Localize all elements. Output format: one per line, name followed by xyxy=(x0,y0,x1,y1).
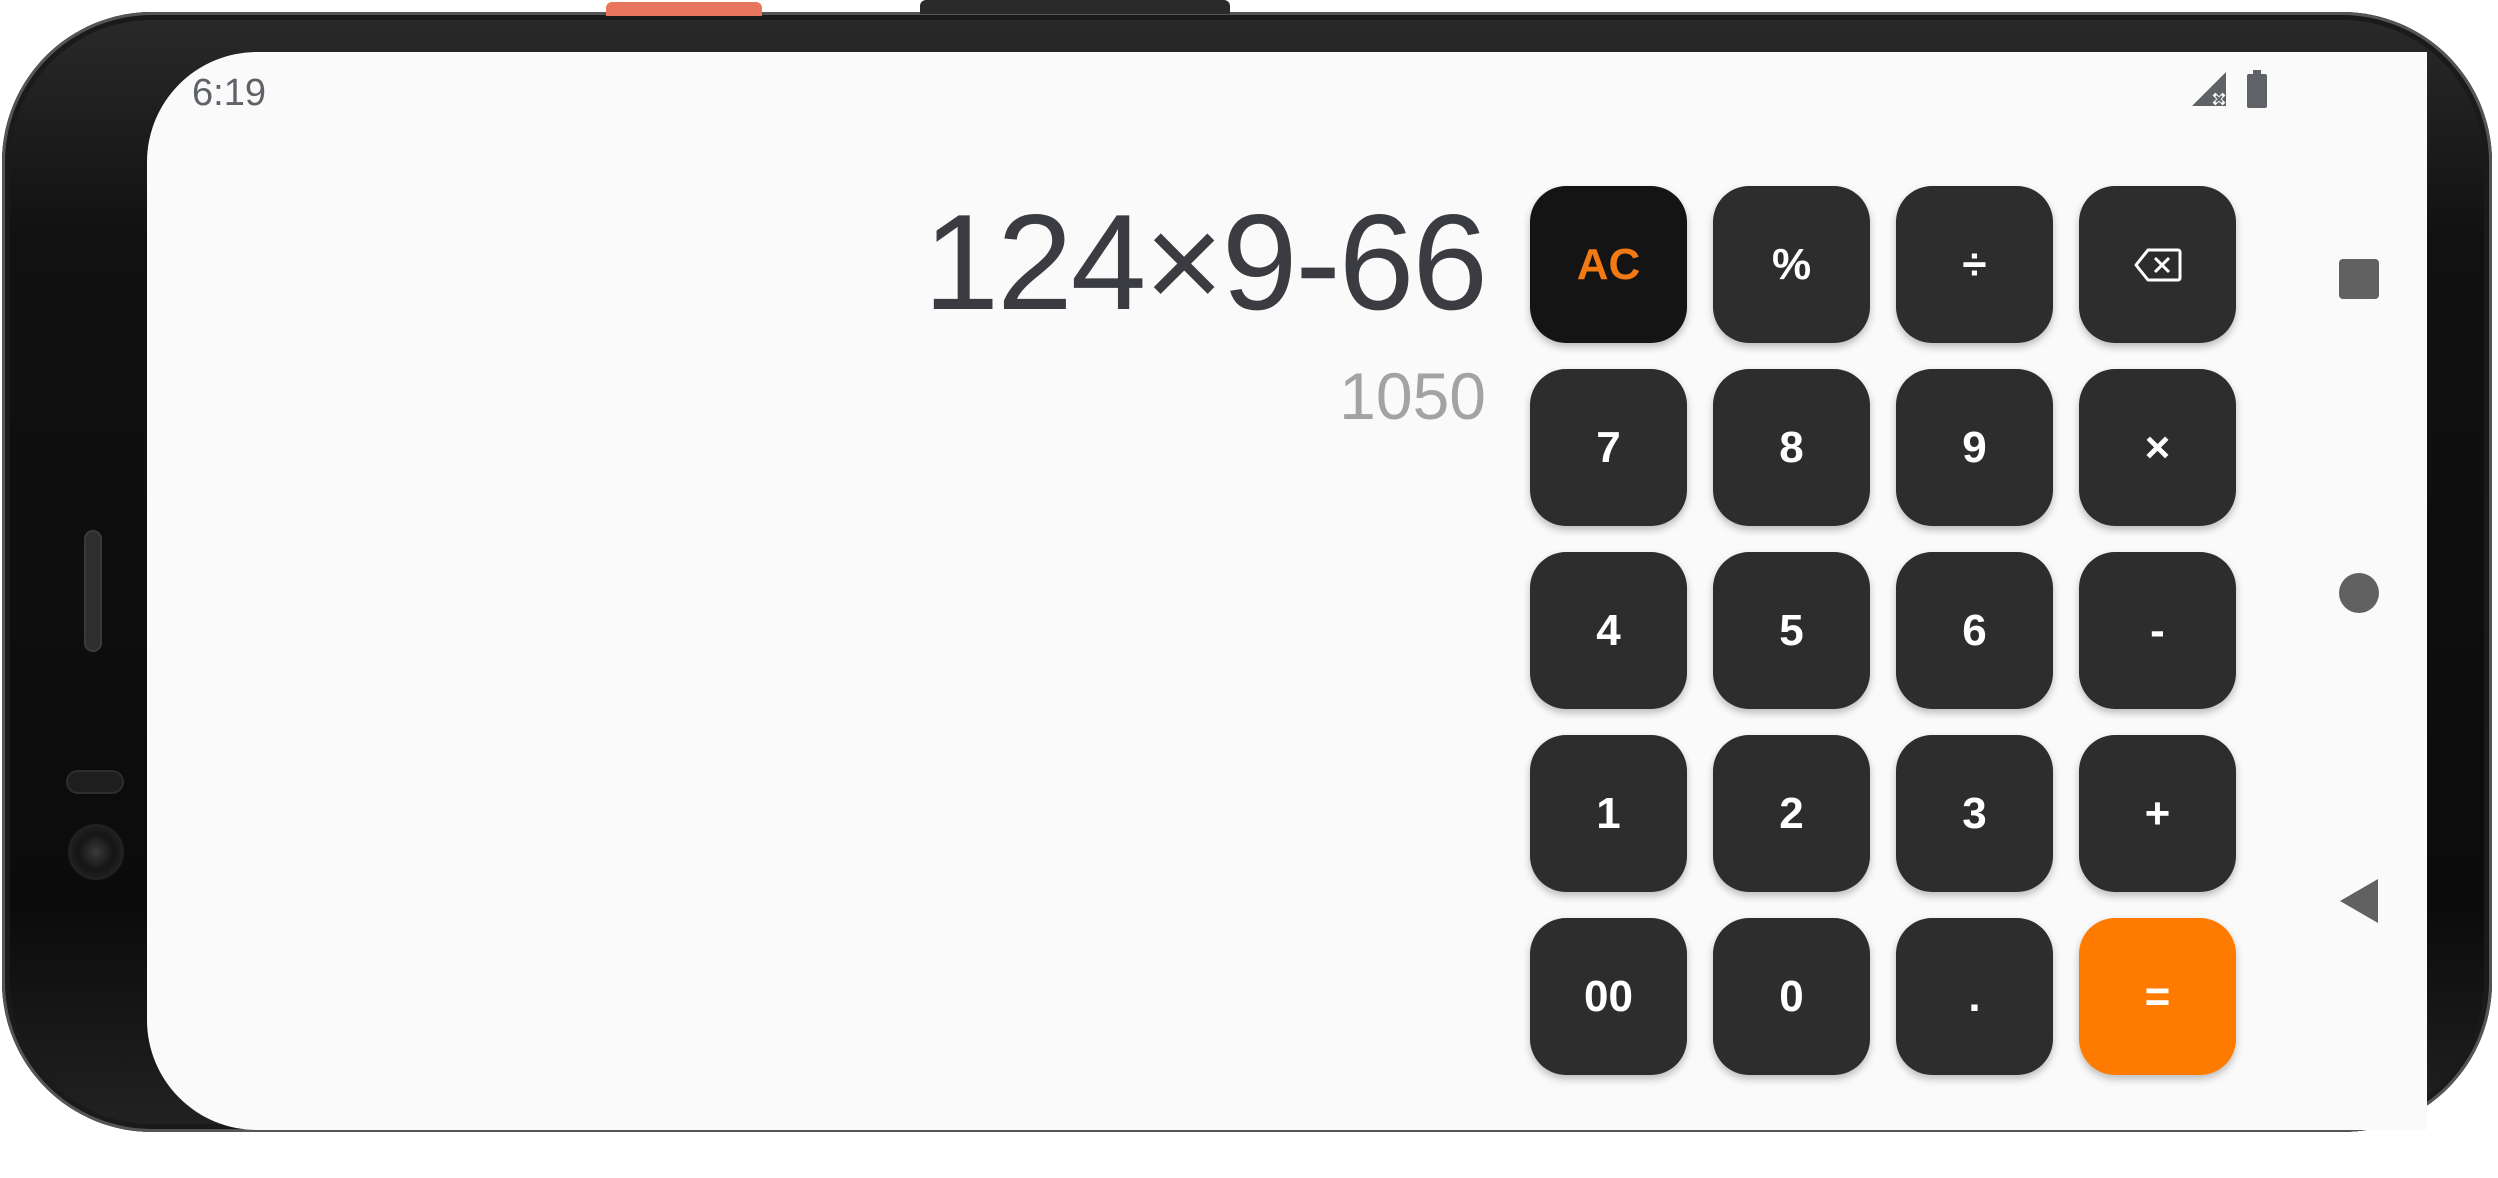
digit-7-button[interactable]: 7 xyxy=(1530,369,1687,526)
earpiece-speaker xyxy=(84,530,102,652)
equals-button[interactable]: = xyxy=(2079,918,2236,1075)
digit-6-button[interactable]: 6 xyxy=(1896,552,2053,709)
status-time: 6:19 xyxy=(192,72,266,114)
status-icons xyxy=(2190,70,2498,113)
backspace-icon xyxy=(2134,248,2182,282)
signal-off-icon xyxy=(2190,70,2230,113)
multiply-button[interactable]: × xyxy=(2079,369,2236,526)
digit-2-button[interactable]: 2 xyxy=(1713,735,1870,892)
power-button xyxy=(606,2,762,16)
result-preview: 1050 xyxy=(1339,359,1486,433)
digit-1-button[interactable]: 1 xyxy=(1530,735,1687,892)
recents-icon[interactable] xyxy=(2338,258,2380,305)
backspace-button[interactable] xyxy=(2079,186,2236,343)
back-icon[interactable] xyxy=(2338,878,2380,929)
divide-button[interactable]: ÷ xyxy=(1896,186,2053,343)
proximity-sensor xyxy=(66,770,124,794)
decimal-button[interactable]: . xyxy=(1896,918,2053,1075)
add-button[interactable]: + xyxy=(2079,735,2236,892)
percent-button[interactable]: % xyxy=(1713,186,1870,343)
battery-icon xyxy=(2246,70,2268,113)
digit-3-button[interactable]: 3 xyxy=(1896,735,2053,892)
digit-9-button[interactable]: 9 xyxy=(1896,369,2053,526)
digit-0-button[interactable]: 0 xyxy=(1713,918,1870,1075)
subtract-button[interactable]: - xyxy=(2079,552,2236,709)
clear-button[interactable]: AC xyxy=(1530,186,1687,343)
digit-8-button[interactable]: 8 xyxy=(1713,369,1870,526)
keypad: AC% ÷ 7 8 9 × 4 5 6- 1 2 3 +00 0. = xyxy=(1530,186,2236,1075)
front-camera xyxy=(68,824,124,880)
home-icon[interactable] xyxy=(2338,572,2380,619)
volume-button xyxy=(920,0,1230,14)
expression-display: 124×9-66 xyxy=(923,186,1488,338)
double-zero-button[interactable]: 00 xyxy=(1530,918,1687,1075)
digit-4-button[interactable]: 4 xyxy=(1530,552,1687,709)
digit-5-button[interactable]: 5 xyxy=(1713,552,1870,709)
